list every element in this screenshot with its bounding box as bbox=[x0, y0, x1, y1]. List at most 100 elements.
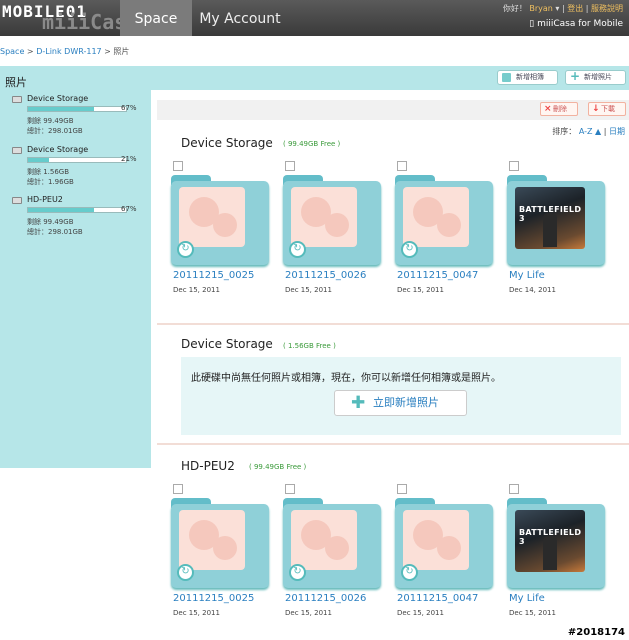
album-checkbox[interactable] bbox=[285, 161, 295, 171]
plus-icon: + bbox=[570, 69, 581, 83]
album-name-link[interactable]: My Life bbox=[509, 270, 545, 281]
breadcrumb-device[interactable]: D-Link DWR-117 bbox=[36, 47, 101, 56]
breadcrumb: Space > D-Link DWR-117 > 照片 bbox=[0, 47, 130, 56]
album-date: Dec 15, 2011 bbox=[173, 609, 220, 617]
usage-fill bbox=[28, 107, 94, 111]
help-link[interactable]: 服務說明 bbox=[591, 4, 623, 13]
album-name-link[interactable]: 20111215_0026 bbox=[285, 270, 366, 281]
album-date: Dec 15, 2011 bbox=[173, 286, 220, 294]
new-album-button[interactable]: 新增相簿 bbox=[497, 70, 558, 85]
album-name-link[interactable]: 20111215_0025 bbox=[173, 593, 254, 604]
album-date: Dec 15, 2011 bbox=[397, 286, 444, 294]
album-folder[interactable]: ↻ bbox=[283, 175, 381, 265]
album-checkbox[interactable] bbox=[509, 161, 519, 171]
sort-asc-icon: ▲ bbox=[595, 127, 602, 136]
usage-bar bbox=[27, 207, 127, 213]
device-name: HD-PEU2 bbox=[27, 195, 63, 204]
album-checkbox[interactable] bbox=[397, 161, 407, 171]
sync-icon: ↻ bbox=[177, 241, 194, 258]
section-title: Device Storage bbox=[181, 337, 273, 351]
album-checkbox[interactable] bbox=[397, 484, 407, 494]
album-name-link[interactable]: 20111215_0025 bbox=[173, 270, 254, 281]
user-name-link[interactable]: Bryan bbox=[529, 4, 552, 13]
sidebar: Device Storage 67% 剩餘 99.49GB 總計：298.01G… bbox=[0, 90, 151, 468]
album-checkbox[interactable] bbox=[509, 484, 519, 494]
album-icon bbox=[502, 73, 511, 82]
album-folder[interactable]: BATTLEFIELD 3 bbox=[507, 498, 605, 588]
new-album-label: 新增相簿 bbox=[516, 73, 544, 81]
download-label: 下載 bbox=[601, 105, 615, 113]
user-links: 你好！ Bryan ▾ | 登出 | 服務說明 bbox=[502, 4, 623, 13]
download-button[interactable]: ↓ 下載 bbox=[588, 102, 626, 116]
free-space: 剩餘 99.49GB bbox=[27, 117, 74, 125]
album-folder[interactable]: ↻ bbox=[283, 498, 381, 588]
usage-bar bbox=[27, 157, 127, 163]
album-name-link[interactable]: My Life bbox=[509, 593, 545, 604]
placeholder-image bbox=[403, 187, 469, 247]
album-folder[interactable]: ↻ bbox=[171, 498, 269, 588]
album-checkbox[interactable] bbox=[285, 484, 295, 494]
mobile01-logo: MOBILE01 miiiCasa bbox=[2, 2, 138, 34]
album-checkbox[interactable] bbox=[173, 161, 183, 171]
usage-percent: 21% bbox=[121, 155, 137, 163]
tab-my-account[interactable]: My Account bbox=[192, 0, 288, 36]
album-date: Dec 15, 2011 bbox=[509, 609, 556, 617]
free-space: 剩餘 1.56GB bbox=[27, 168, 70, 176]
new-photo-label: 新增照片 bbox=[584, 73, 612, 81]
album-date: Dec 15, 2011 bbox=[285, 286, 332, 294]
device-name: Device Storage bbox=[27, 94, 89, 103]
greeting: 你好！ bbox=[502, 4, 527, 13]
total-space: 總計：1.96GB bbox=[27, 178, 74, 186]
sort-control: 排序： A-Z ▲ | 日期 bbox=[552, 127, 625, 136]
sort-az-link[interactable]: A-Z bbox=[579, 127, 593, 136]
delete-button[interactable]: × 刪除 bbox=[540, 102, 578, 116]
section-free-space: ( 1.56GB Free ) bbox=[283, 342, 336, 350]
sort-date-link[interactable]: 日期 bbox=[609, 127, 625, 136]
placeholder-image bbox=[291, 187, 357, 247]
sync-icon: ↻ bbox=[401, 564, 418, 581]
mobile-link-label: miiiCasa for Mobile bbox=[537, 19, 623, 29]
album-name-link[interactable]: 20111215_0047 bbox=[397, 270, 478, 281]
mobile-link[interactable]: ▯ miiiCasa for Mobile bbox=[529, 19, 623, 29]
usage-percent: 67% bbox=[121, 205, 137, 213]
section-free-space: ( 99.49GB Free ) bbox=[283, 140, 341, 148]
new-photo-button[interactable]: + 新增照片 bbox=[565, 70, 626, 85]
total-space: 總計：298.01GB bbox=[27, 228, 83, 236]
plus-icon: ✚ bbox=[351, 393, 366, 413]
main-content: × 刪除 ↓ 下載 排序： A-Z ▲ | 日期 Device Storage ( … bbox=[157, 90, 629, 640]
album-cover-photo: BATTLEFIELD 3 bbox=[515, 510, 585, 572]
arrow-down-icon: ↓ bbox=[592, 104, 600, 114]
section-title: HD-PEU2 bbox=[181, 459, 235, 473]
album-name-link[interactable]: 20111215_0026 bbox=[285, 593, 366, 604]
usage-percent: 67% bbox=[121, 104, 137, 112]
album-checkbox[interactable] bbox=[173, 484, 183, 494]
free-space: 剩餘 99.49GB bbox=[27, 218, 74, 226]
page-title: 照片 bbox=[5, 76, 27, 89]
breadcrumb-space[interactable]: Space bbox=[0, 47, 24, 56]
album-folder[interactable]: ↻ bbox=[395, 175, 493, 265]
empty-state: 此硬碟中尚無任何照片或相簿，現在，你可以新增任何相簿或是照片。 ✚ 立即新增照片 bbox=[181, 357, 621, 435]
hard-drive-icon bbox=[12, 147, 22, 154]
placeholder-image bbox=[403, 510, 469, 570]
album-folder[interactable]: ↻ bbox=[395, 498, 493, 588]
placeholder-image bbox=[291, 510, 357, 570]
placeholder-image bbox=[179, 187, 245, 247]
album-date: Dec 15, 2011 bbox=[285, 609, 332, 617]
album-folder[interactable]: ↻ bbox=[171, 175, 269, 265]
album-folder[interactable]: BATTLEFIELD 3 bbox=[507, 175, 605, 265]
delete-label: 刪除 bbox=[553, 105, 567, 113]
album-cover-photo: BATTLEFIELD 3 bbox=[515, 187, 585, 249]
sync-icon: ↻ bbox=[289, 564, 306, 581]
add-photo-now-button[interactable]: ✚ 立即新增照片 bbox=[334, 390, 467, 416]
hard-drive-icon bbox=[12, 96, 22, 103]
add-photo-now-label: 立即新增照片 bbox=[373, 396, 439, 409]
album-name-link[interactable]: 20111215_0047 bbox=[397, 593, 478, 604]
hard-drive-icon bbox=[12, 197, 22, 204]
usage-fill bbox=[28, 158, 49, 162]
tab-space[interactable]: Space bbox=[120, 0, 192, 36]
phone-icon: ▯ bbox=[529, 19, 538, 29]
section-free-space: ( 99.49GB Free ) bbox=[249, 463, 307, 471]
album-date: Dec 15, 2011 bbox=[397, 609, 444, 617]
logout-link[interactable]: 登出 bbox=[567, 4, 583, 13]
sync-icon: ↻ bbox=[289, 241, 306, 258]
